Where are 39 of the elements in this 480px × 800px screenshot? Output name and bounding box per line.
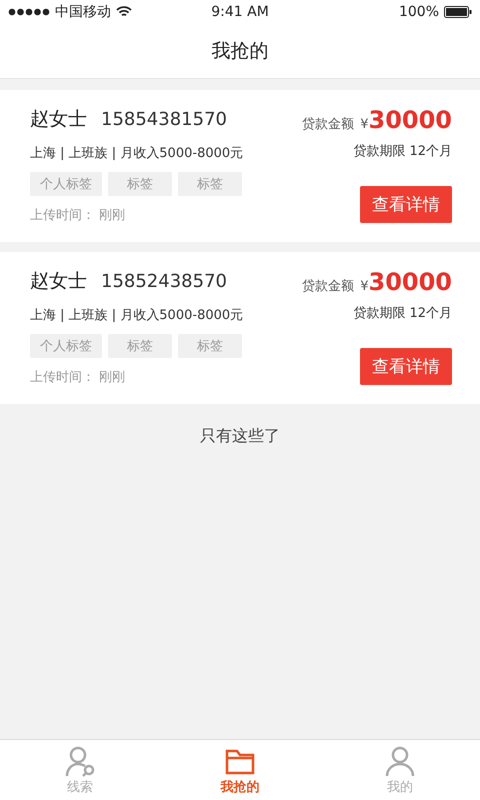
amount-label: 贷款金额 bbox=[302, 278, 354, 295]
wifi-icon bbox=[116, 6, 132, 18]
upload-label: 上传时间： bbox=[30, 369, 95, 386]
loan-amount: 30000 bbox=[368, 106, 452, 134]
user-icon bbox=[384, 744, 416, 776]
customer-info: 上海 | 上班族 | 月收入5000-8000元 bbox=[30, 145, 244, 162]
tag: 标签 bbox=[178, 334, 242, 358]
upload-label: 上传时间： bbox=[30, 207, 95, 224]
details-button[interactable]: 查看详情 bbox=[360, 186, 452, 223]
phone-number: 15854381570 bbox=[101, 109, 227, 130]
tab-bar-item[interactable]: 我的 bbox=[320, 740, 480, 800]
end-of-list-note: 只有这些了 bbox=[200, 426, 280, 445]
upload-time: 刚刚 bbox=[99, 369, 125, 386]
loan-amount: 30000 bbox=[368, 268, 452, 296]
currency-sign: ¥ bbox=[360, 279, 368, 294]
customer-name: 赵女士 bbox=[30, 269, 87, 294]
customer-name: 赵女士 bbox=[30, 107, 87, 132]
upload-time: 刚刚 bbox=[99, 207, 125, 224]
carrier-name: 中国移动 bbox=[55, 3, 111, 21]
tag: 标签 bbox=[108, 334, 172, 358]
currency-sign: ¥ bbox=[360, 117, 368, 132]
status-time: 9:41 AM bbox=[211, 4, 269, 20]
loan-term: 贷款期限 12个月 bbox=[353, 305, 452, 322]
user-search-icon bbox=[64, 744, 96, 776]
tag: 标签 bbox=[108, 172, 172, 196]
tab-bar-item[interactable]: 我抢的 bbox=[160, 740, 320, 800]
amount-label: 贷款金额 bbox=[302, 116, 354, 133]
customer-info: 上海 | 上班族 | 月收入5000-8000元 bbox=[30, 307, 244, 324]
tab-bar-item[interactable]: 线索 bbox=[0, 740, 160, 800]
battery-icon bbox=[444, 6, 472, 18]
tag: 个人标签 bbox=[30, 334, 102, 358]
page-title: 我抢的 bbox=[212, 39, 268, 64]
tag: 标签 bbox=[178, 172, 242, 196]
details-button[interactable]: 查看详情 bbox=[360, 348, 452, 385]
loan-term: 贷款期限 12个月 bbox=[353, 143, 452, 160]
phone-number: 15852438570 bbox=[101, 271, 227, 292]
tag: 个人标签 bbox=[30, 172, 102, 196]
battery-percent: 100% bbox=[398, 4, 440, 20]
signal-icon bbox=[8, 8, 50, 16]
